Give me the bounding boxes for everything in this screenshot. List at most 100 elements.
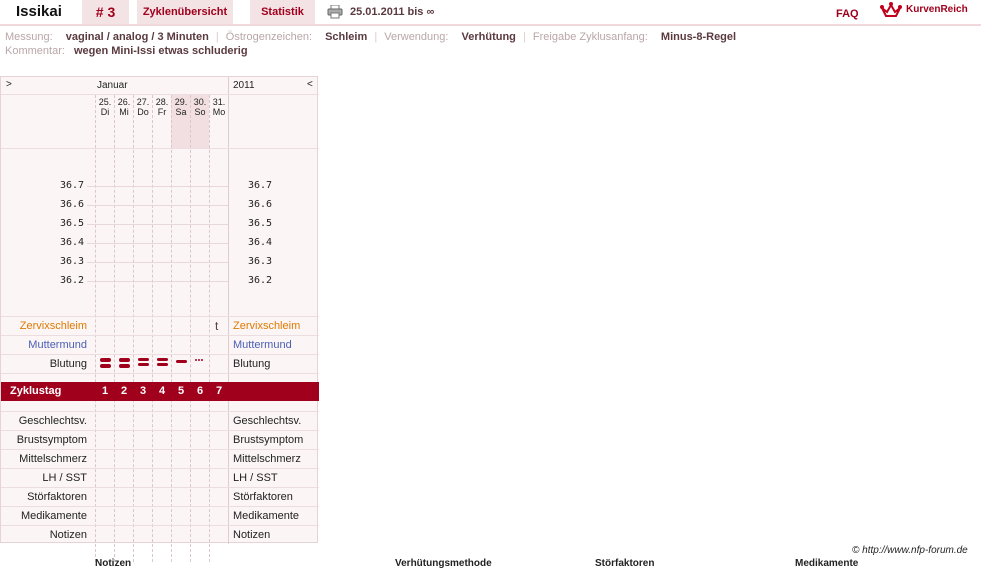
row-label-zervixschleim: Zervixschleim (19, 320, 87, 332)
day-column-divider (190, 95, 191, 562)
temp-gridline (87, 186, 228, 187)
row-divider (1, 94, 319, 95)
cycle-day-number: 3 (139, 385, 147, 397)
crown-logo-icon[interactable] (880, 2, 902, 23)
temp-label-left: 36.7 (60, 180, 85, 191)
row-divider (1, 148, 319, 149)
year-label: 2011 (233, 80, 255, 91)
row-label-muttermund: Muttermund (28, 339, 87, 351)
row-label-zervixschleim-right: Zervixschleim (233, 320, 301, 332)
row-label-stoerfaktoren: Störfaktoren (27, 491, 87, 503)
row-label-brustsymptom-right: Brustsymptom (233, 434, 304, 446)
user-name: Issikai (16, 3, 62, 20)
temp-gridline (87, 243, 228, 244)
faq-link[interactable]: FAQ (836, 8, 859, 20)
day-column-divider (114, 95, 115, 562)
temp-label-right: 36.2 (248, 275, 273, 286)
row-divider (1, 316, 319, 317)
temp-gridline (87, 224, 228, 225)
temp-label-right: 36.6 (248, 199, 273, 210)
bleeding-dot (198, 359, 200, 361)
day-column-header[interactable]: 27. Do (134, 97, 152, 117)
freigabe-value: Minus-8-Regel (660, 31, 737, 43)
row-label-blutung-right: Blutung (233, 358, 271, 370)
day-column-header[interactable]: 25. Di (96, 97, 114, 117)
nav-next-button[interactable]: < (307, 79, 313, 90)
temp-label-left: 36.6 (60, 199, 85, 210)
row-label-geschlechtsverkehr-right: Geschlechtsv. (233, 415, 302, 427)
bleeding-mark (156, 363, 168, 366)
bleeding-mark (175, 360, 187, 363)
bleeding-mark (99, 358, 111, 362)
row-label-zyklustag: Zyklustag (10, 385, 62, 397)
cycle-chart: > Januar 2011 < 25. Di 26. Mi 27. Do 28. Fr … (0, 76, 319, 562)
bleeding-mark (99, 364, 111, 368)
copyright-link[interactable]: © http://www.nfp-forum.de (852, 545, 968, 556)
footer-verhuetung-heading: Verhütungsmethode (395, 558, 492, 569)
row-label-medikamente-right: Medikamente (233, 510, 300, 522)
day-column-divider (133, 95, 134, 562)
cycle-day-number: 1 (101, 385, 109, 397)
row-divider (1, 449, 319, 450)
row-label-geschlechtsverkehr: Geschlechtsv. (18, 415, 87, 427)
cycle-day-number: 7 (215, 385, 223, 397)
row-label-notizen: Notizen (49, 529, 87, 541)
row-label-mittelschmerz: Mittelschmerz (19, 453, 87, 465)
row-divider (1, 373, 319, 374)
verwendung-label: Verwendung: (384, 31, 449, 43)
brand-name[interactable]: KurvenReich (906, 4, 968, 15)
messung-value: vaginal / analog / 3 Minuten (65, 31, 209, 43)
zervix-mark[interactable]: t (215, 319, 218, 333)
row-divider (1, 335, 319, 336)
row-label-lh-sst-right: LH / SST (233, 472, 278, 484)
temp-label-left: 36.5 (60, 218, 85, 229)
row-divider (1, 506, 319, 507)
row-divider (1, 354, 319, 355)
top-bar: Issikai # 3 Zyklenübersicht Statistik 25… (0, 0, 981, 26)
day-column-header[interactable]: 26. Mi (115, 97, 133, 117)
row-label-muttermund-right: Muttermund (233, 339, 292, 351)
temp-label-right: 36.7 (248, 180, 273, 191)
freigabe-label: Freigabe Zyklusanfang: (532, 31, 648, 43)
info-line-2: Kommentar: wegen Mini-Issi etwas schlude… (5, 45, 248, 57)
temp-label-right: 36.3 (248, 256, 273, 267)
bleeding-dot (201, 359, 203, 361)
row-label-lh-sst: LH / SST (42, 472, 87, 484)
info-line-1: Messung: vaginal / analog / 3 Minuten | … (5, 31, 737, 43)
day-column-divider (95, 95, 96, 562)
day-column-header[interactable]: 30. So (191, 97, 209, 117)
footer-stoerfaktoren-heading: Störfaktoren (595, 558, 655, 569)
cycle-number[interactable]: # 3 (82, 0, 129, 24)
row-label-mittelschmerz-right: Mittelschmerz (233, 453, 301, 465)
kommentar-label: Kommentar: (5, 45, 65, 57)
date-range: 25.01.2011 bis ∞ (350, 6, 435, 18)
temp-gridline (87, 281, 228, 282)
row-divider (1, 487, 319, 488)
cycle-day-number: 6 (196, 385, 204, 397)
day-column-header[interactable]: 31. Mo (210, 97, 228, 117)
row-label-medikamente: Medikamente (20, 510, 87, 522)
temp-label-left: 36.2 (60, 275, 85, 286)
bleeding-dot (195, 359, 197, 361)
day-column-header[interactable]: 29. Sa (172, 97, 190, 117)
cycle-day-number: 5 (177, 385, 185, 397)
tab-zyklenuebersicht[interactable]: Zyklenübersicht (137, 0, 233, 24)
cycle-day-number: 4 (158, 385, 166, 397)
bleeding-mark (118, 358, 130, 362)
temp-label-right: 36.4 (248, 237, 273, 248)
temp-label-right: 36.5 (248, 218, 273, 229)
row-divider (1, 430, 319, 431)
row-divider (1, 411, 319, 412)
printer-icon[interactable] (327, 4, 343, 22)
bleeding-mark (137, 363, 149, 366)
row-label-notizen-right: Notizen (233, 529, 271, 541)
month-label: Januar (97, 80, 128, 91)
nav-prev-button[interactable]: > (6, 79, 12, 90)
row-label-stoerfaktoren-right: Störfaktoren (233, 491, 293, 503)
tab-statistik[interactable]: Statistik (250, 0, 315, 24)
messung-label: Messung: (5, 31, 53, 43)
day-column-divider (152, 95, 153, 562)
row-label-blutung: Blutung (49, 358, 87, 370)
day-column-header[interactable]: 28. Fr (153, 97, 171, 117)
day-column-divider (209, 95, 210, 562)
